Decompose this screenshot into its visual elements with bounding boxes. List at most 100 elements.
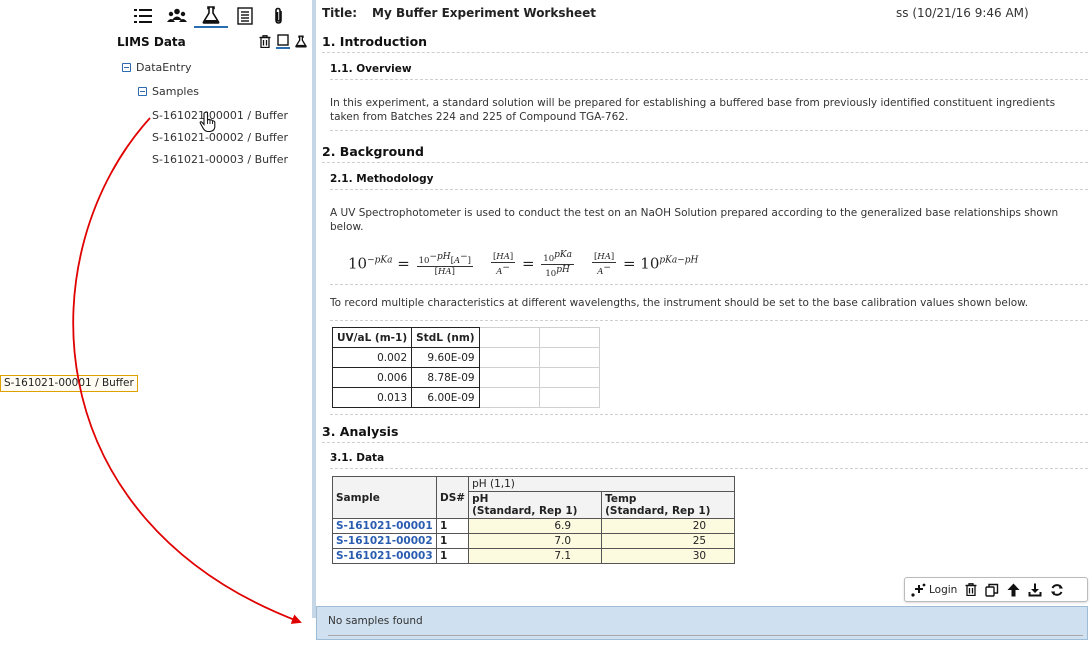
empty-cell[interactable]: [538, 327, 600, 348]
paperclip-icon[interactable]: [262, 4, 296, 28]
list-icon[interactable]: [126, 4, 160, 28]
tree-item-label: S-161021-00001 / Buffer: [152, 109, 288, 122]
formula-1: 10−pKa = 10−pH[A−] [HA]: [348, 251, 473, 277]
users-icon[interactable]: [160, 4, 194, 28]
tree-node-dataentry[interactable]: DataEntry: [122, 61, 192, 74]
table-row: S-161021-00002 1 7.0 25: [332, 533, 736, 549]
login-button[interactable]: Login: [911, 583, 957, 597]
column-header-sample: Sample: [332, 476, 437, 519]
floating-action-bar: Login: [904, 577, 1088, 602]
download-button[interactable]: [1028, 583, 1042, 597]
ph-input-cell[interactable]: 7.0: [468, 533, 603, 549]
move-up-button[interactable]: [1007, 583, 1020, 597]
empty-cell[interactable]: [538, 347, 600, 368]
section-heading-introduction[interactable]: 1. Introduction: [322, 34, 1088, 53]
temp-input-cell[interactable]: 30: [601, 548, 736, 564]
column-header-ds: DS#: [435, 476, 470, 519]
header-label: Temp: [605, 493, 637, 505]
empty-cell[interactable]: [478, 347, 540, 368]
formula-3: [HA] A− = 10pKa−pH: [591, 251, 699, 277]
tree-item-label: S-161021-00002 / Buffer: [152, 131, 288, 144]
empty-cell[interactable]: [478, 327, 540, 348]
subsection-heading-overview[interactable]: 1.1. Overview: [330, 63, 1088, 80]
table-row: 0.013 6.00E-09: [331, 387, 600, 408]
table-row: S-161021-00003 1 7.1 30: [332, 548, 736, 564]
delete-button[interactable]: [965, 583, 977, 596]
column-header-temp: Temp (Standard, Rep 1): [601, 491, 736, 519]
calibration-table[interactable]: UV/aL (m-1) StdL (nm) 0.002 9.60E-09 0.0…: [331, 327, 600, 408]
table-row: 0.006 8.78E-09: [331, 367, 600, 388]
copy-button[interactable]: [985, 583, 999, 597]
arrow-up-icon: [1007, 583, 1020, 596]
table-cell[interactable]: 0.006: [331, 367, 413, 388]
tree-item-sample-1[interactable]: S-161021-00001 / Buffer: [152, 109, 288, 122]
divider: [330, 320, 1088, 321]
worksheet: Title: My Buffer Experiment Worksheet ss…: [316, 0, 1090, 606]
table-cell[interactable]: 9.60E-09: [411, 347, 480, 368]
divider: [330, 414, 1088, 415]
copy-icon: [985, 583, 999, 597]
flask-small-icon[interactable]: [294, 33, 308, 49]
section-heading-analysis[interactable]: 3. Analysis: [322, 424, 1088, 443]
panel-toolbar: [126, 4, 296, 28]
table-cell[interactable]: 0.013: [331, 387, 413, 408]
download-icon: [1028, 583, 1042, 596]
sample-drop-zone[interactable]: No samples found: [316, 606, 1088, 640]
collapse-icon[interactable]: [138, 87, 147, 96]
temp-input-cell[interactable]: 25: [601, 533, 736, 549]
trash-icon[interactable]: [258, 33, 272, 49]
worksheet-title[interactable]: My Buffer Experiment Worksheet: [372, 6, 596, 20]
sample-link[interactable]: S-161021-00002: [332, 533, 437, 549]
methodology-paragraph[interactable]: A UV Spectrophotometer is used to conduc…: [330, 206, 1082, 234]
tree-item-sample-2[interactable]: S-161021-00002 / Buffer: [152, 131, 288, 144]
ph-input-cell[interactable]: 7.1: [468, 548, 603, 564]
tree-node-label: Samples: [152, 85, 199, 98]
drop-zone-message: No samples found: [328, 615, 423, 627]
ph-input-cell[interactable]: 6.9: [468, 518, 603, 534]
lims-panel: LIMS Data DataEntry Samples S-161021-000…: [0, 0, 312, 646]
column-header: UV/aL (m-1): [331, 327, 413, 348]
square-icon[interactable]: [276, 33, 290, 49]
header-sublabel: (Standard, Rep 1): [472, 505, 578, 517]
tree-node-samples[interactable]: Samples: [138, 85, 199, 98]
formula-block[interactable]: 10−pKa = 10−pH[A−] [HA] [HA] A− = 10pKa 10p…: [348, 250, 698, 279]
tree-item-sample-3[interactable]: S-161021-00003 / Buffer: [152, 153, 288, 166]
ds-cell: 1: [435, 533, 470, 549]
table-cell[interactable]: 6.00E-09: [411, 387, 480, 408]
tree-node-label: DataEntry: [136, 61, 192, 74]
calibration-paragraph[interactable]: To record multiple characteristics at di…: [330, 296, 1082, 310]
refresh-button[interactable]: [1050, 583, 1064, 597]
empty-cell[interactable]: [538, 367, 600, 388]
empty-cell[interactable]: [478, 387, 540, 408]
empty-cell[interactable]: [538, 387, 600, 408]
panel-actions: [258, 33, 308, 49]
ds-cell: 1: [435, 548, 470, 564]
section-heading-background[interactable]: 2. Background: [322, 144, 1088, 163]
sample-link[interactable]: S-161021-00003: [332, 548, 437, 564]
sample-data-table[interactable]: Sample DS# pH (1,1) pH (Standard, Rep 1) …: [332, 476, 736, 564]
notebook-icon[interactable]: [228, 4, 262, 28]
collapse-icon[interactable]: [122, 63, 131, 72]
table-row: 0.002 9.60E-09: [331, 347, 600, 368]
table-row: S-161021-00001 1 6.9 20: [332, 518, 736, 534]
column-header-ph: pH (Standard, Rep 1): [468, 491, 603, 519]
empty-cell[interactable]: [478, 367, 540, 388]
table-cell[interactable]: 0.002: [331, 347, 413, 368]
flask-icon[interactable]: [194, 4, 228, 28]
table-cell[interactable]: 8.78E-09: [411, 367, 480, 388]
title-label: Title:: [322, 6, 358, 20]
table-header-row: UV/aL (m-1) StdL (nm): [331, 327, 600, 348]
author-timestamp: ss (10/21/16 9:46 AM): [896, 6, 1029, 20]
login-label: Login: [929, 583, 958, 596]
sample-link[interactable]: S-161021-00001: [332, 518, 437, 534]
table-header-row: Sample DS# pH (1,1): [332, 476, 736, 519]
refresh-icon: [1051, 583, 1064, 596]
ds-cell: 1: [435, 518, 470, 534]
column-header: StdL (nm): [411, 327, 480, 348]
subsection-heading-methodology[interactable]: 2.1. Methodology: [330, 173, 1088, 190]
panel-title: LIMS Data: [117, 35, 186, 49]
temp-input-cell[interactable]: 20: [601, 518, 736, 534]
overview-paragraph[interactable]: In this experiment, a standard solution …: [330, 96, 1082, 124]
formula-2: [HA] A− = 10pKa 10pH: [490, 250, 574, 279]
subsection-heading-data[interactable]: 3.1. Data: [330, 452, 1088, 469]
